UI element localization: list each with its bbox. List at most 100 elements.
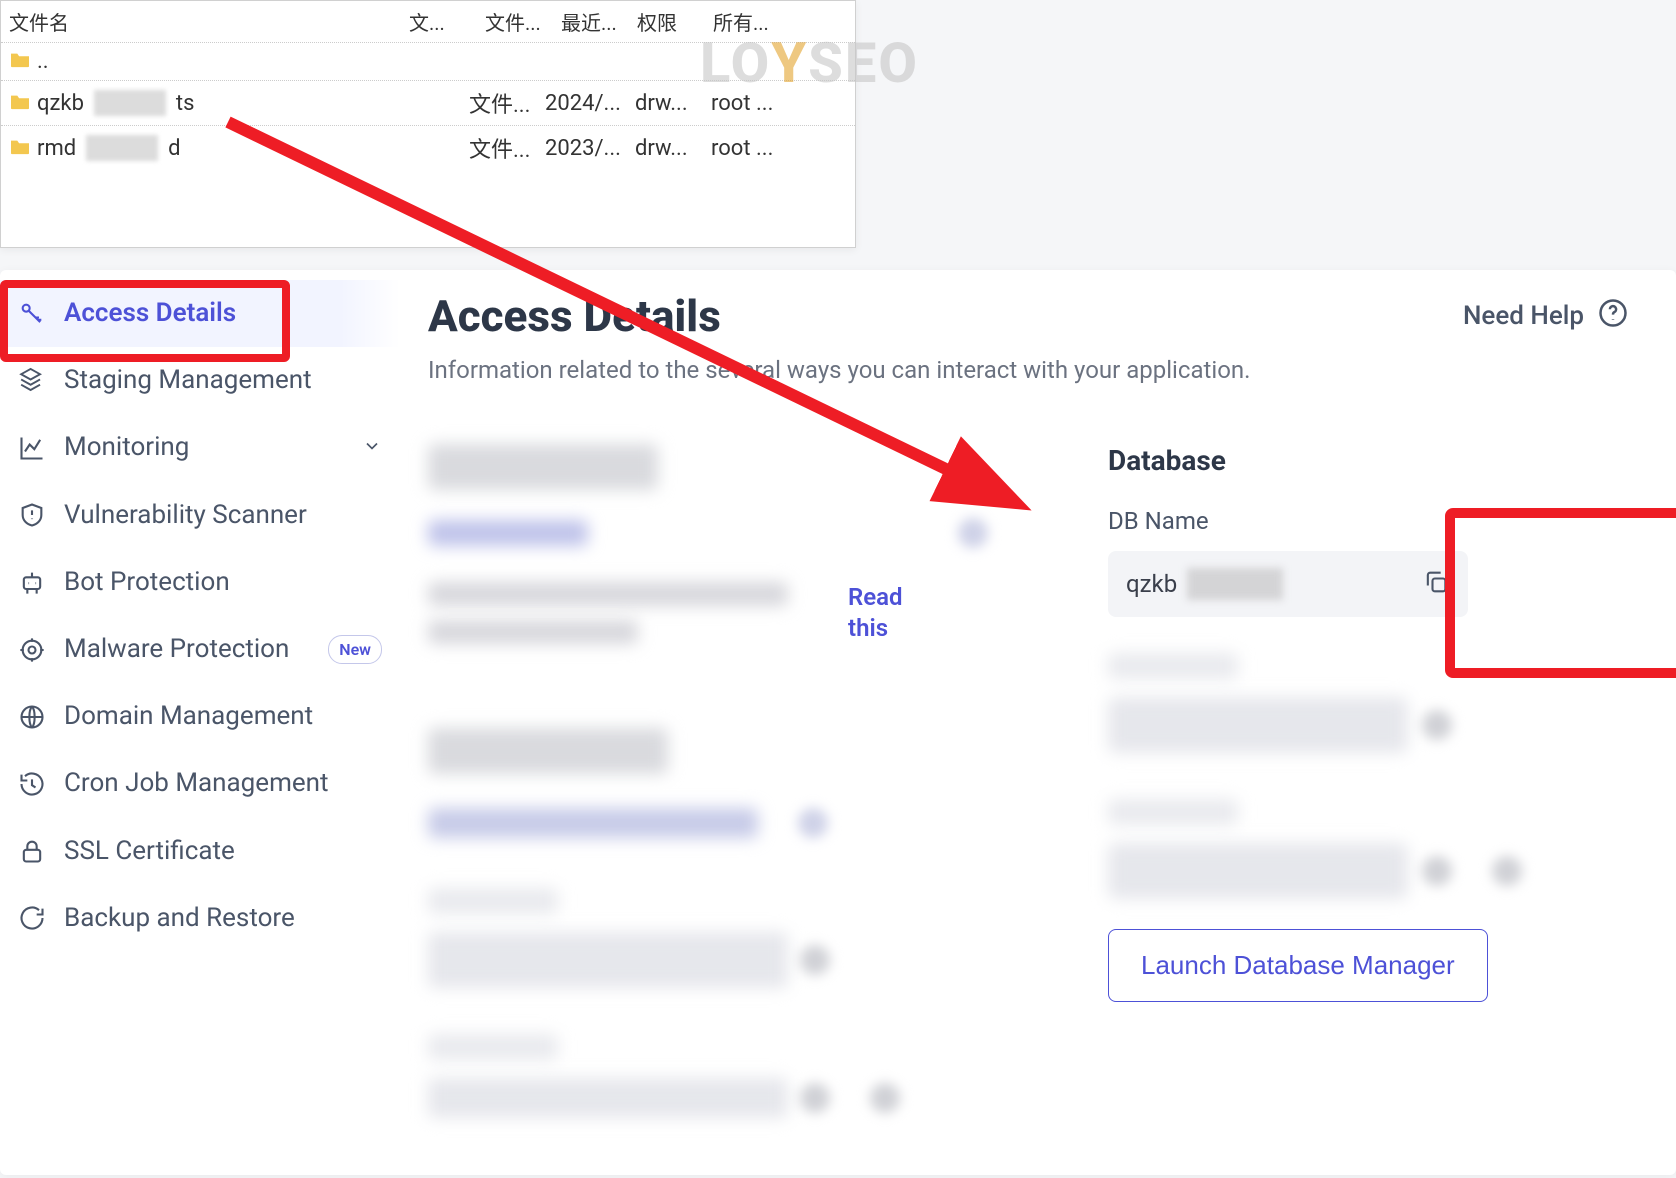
sidebar-item-label: Vulnerability Scanner [64,500,382,531]
right-column: Database DB Name qzkb [1108,444,1628,1118]
file-owner: root ... [711,91,787,116]
blurred-content [428,444,658,490]
db-name-field: qzkb [1108,551,1468,617]
database-section-title: Database [1108,444,1628,477]
sidebar-item-cron[interactable]: Cron Job Management [0,750,400,817]
file-type: 文件... [469,132,545,164]
sidebar-item-label: Cron Job Management [64,768,382,799]
question-icon [1598,298,1628,335]
sidebar-item-access-details[interactable]: Access Details [0,280,400,347]
blurred-content [428,1034,558,1060]
redacted [1187,568,1283,600]
file-name-pre: qzkb [37,91,84,116]
key-icon [18,300,46,328]
file-name-post: d [168,136,180,161]
lock-icon [18,837,46,865]
file-perm: drw... [635,91,711,116]
read-this-link[interactable]: Read this [848,582,903,658]
content-area: Access Details Need Help Information rel… [400,270,1676,1175]
blurred-content [870,1083,900,1113]
sidebar-item-label: Access Details [64,298,382,329]
col-header-perm[interactable]: 权限 [637,7,713,36]
redacted [94,90,166,116]
restore-icon [18,904,46,932]
new-badge: New [328,635,382,664]
sidebar-item-domain[interactable]: Domain Management [0,683,400,750]
sidebar-item-label: Bot Protection [64,567,382,598]
help-link[interactable]: Need Help [1463,298,1628,335]
file-date: 2023/... [545,136,635,161]
file-row-up[interactable]: .. [1,42,855,80]
shield-icon [18,501,46,529]
file-name-post: ts [176,91,195,116]
folder-icon [9,136,31,161]
page-subtitle: Information related to the several ways … [428,356,1628,384]
blurred-content [1108,843,1408,899]
blurred-content [800,945,830,975]
chevron-down-icon [362,433,382,463]
blurred-content [428,520,588,546]
blurred-content [428,728,668,774]
redacted [86,135,158,161]
sidebar-item-ssl[interactable]: SSL Certificate [0,818,400,885]
layers-icon [18,367,46,395]
sidebar-item-backup[interactable]: Backup and Restore [0,885,400,952]
file-row[interactable]: rmd d 文件... 2023/... drw... root ... [1,125,855,170]
blurred-content [1108,697,1408,753]
col-header-size[interactable]: 文件... [485,7,561,36]
blurred-content [958,518,988,548]
sidebar-item-malware[interactable]: Malware Protection New [0,616,400,683]
left-column: Read this [428,444,988,1118]
db-name-value: qzkb [1126,570,1177,598]
blurred-content [428,808,758,838]
sidebar-item-label: Domain Management [64,701,382,732]
col-header-owner[interactable]: 所有... [713,7,789,36]
copy-icon[interactable] [1422,568,1450,600]
page-title: Access Details [428,290,721,342]
blurred-content [428,1078,788,1118]
file-name: .. [37,49,49,74]
folder-icon [9,91,31,116]
sidebar-item-label: Monitoring [64,432,344,463]
blurred-content [798,808,828,838]
blurred-content [1492,856,1522,886]
folder-icon [9,49,31,74]
file-row[interactable]: qzkb ts 文件... 2024/... drw... root ... [1,80,855,125]
sidebar-item-label: Backup and Restore [64,903,382,934]
col-header-type[interactable]: 文... [409,7,485,36]
blurred-content [1422,710,1452,740]
globe-icon [18,703,46,731]
history-icon [18,770,46,798]
robot-icon [18,568,46,596]
launch-db-manager-button[interactable]: Launch Database Manager [1108,929,1488,1002]
sidebar-item-staging[interactable]: Staging Management [0,347,400,414]
file-date: 2024/... [545,91,635,116]
file-type: 文件... [469,87,545,119]
blurred-content [428,888,558,914]
sidebar-item-label: Malware Protection [64,634,310,665]
file-owner: root ... [711,136,787,161]
sidebar-item-vulnerability[interactable]: Vulnerability Scanner [0,482,400,549]
chart-line-icon [18,434,46,462]
file-header-row: 文件名 文... 文件... 最近... 权限 所有... [1,1,855,42]
col-header-date[interactable]: 最近... [561,7,637,36]
sidebar-item-label: SSL Certificate [64,836,382,867]
main-panel: Access Details Staging Management Monito… [0,270,1676,1175]
blurred-content [428,620,638,644]
blurred-content [428,932,788,988]
file-name-pre: rmd [37,136,76,161]
sidebar-item-label: Staging Management [64,365,382,396]
blurred-content [1108,799,1238,825]
sidebar-item-monitoring[interactable]: Monitoring [0,414,400,481]
blurred-content [1422,856,1452,886]
file-browser-panel: 文件名 文... 文件... 最近... 权限 所有... .. qzkb ts… [0,0,856,248]
help-label: Need Help [1463,301,1584,331]
blurred-content [800,1083,830,1113]
target-icon [18,636,46,664]
blurred-content [428,582,788,606]
db-name-label: DB Name [1108,507,1628,535]
col-header-name[interactable]: 文件名 [9,7,409,36]
content-header: Access Details Need Help [428,290,1628,342]
sidebar: Access Details Staging Management Monito… [0,270,400,1175]
sidebar-item-bot[interactable]: Bot Protection [0,549,400,616]
